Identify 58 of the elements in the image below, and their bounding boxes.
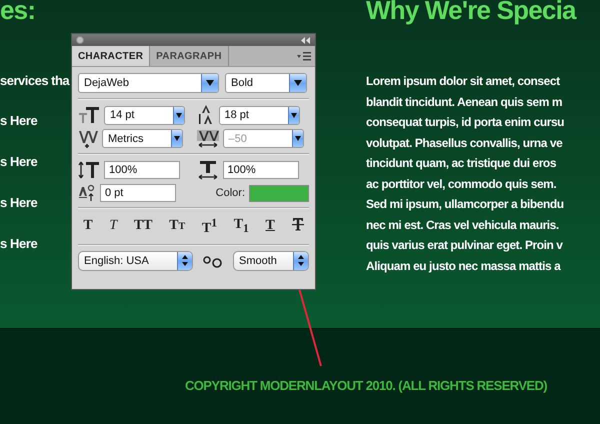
underline-button[interactable]: T (264, 218, 277, 234)
section-heading: Why We're Specia (366, 0, 576, 23)
paragraph-line: consequat turpis, id porta enim cursu (366, 114, 564, 131)
service-link[interactable]: s Here (0, 113, 38, 129)
color-label: Color: (216, 187, 245, 199)
vertical-scale-field[interactable]: 100% (104, 161, 180, 179)
anti-aliasing-select[interactable]: Smooth (233, 250, 309, 271)
strikethrough-icon (292, 216, 304, 231)
small-caps-button[interactable]: Tt (167, 218, 188, 234)
dropdown-arrow-icon (176, 112, 182, 118)
copyright-text: COPYRIGHT MODERNLAYOUT 2010. (ALL RIGHTS RESERVED) (185, 378, 547, 393)
service-link[interactable]: s Here (0, 195, 38, 211)
menu-icon[interactable] (297, 52, 311, 60)
paragraph-line: Lorem ipsum dolor sit amet, consect (366, 73, 561, 90)
anti-aliasing-icon (203, 254, 223, 268)
paragraph-line: Aliquam eu justo nec massa mattis a (366, 258, 562, 274)
panel-tab[interactable]: CHARACTER (72, 46, 150, 66)
tracking-icon (196, 130, 218, 148)
faux-italic-button[interactable]: T (107, 218, 120, 234)
horizontal-scale-field[interactable]: 100% (222, 161, 298, 179)
paragraph-line: quis varius erat pulvinar eget. Proin v (366, 237, 564, 254)
service-link[interactable]: s Here (0, 154, 38, 170)
font-style-select[interactable]: Bold (225, 73, 307, 93)
dropdown-arrow-icon (174, 136, 180, 141)
paragraph-line: ac porttitor vel, commodo quis sem. (366, 176, 558, 192)
font-size-combo[interactable]: 14 pt (104, 106, 185, 124)
dropdown-arrow-icon (206, 80, 214, 86)
stepper-arrows-icon (182, 255, 188, 266)
paragraph-line: tincidunt quam, ac tristique dui eros (366, 155, 558, 172)
intro-text: services tha (0, 73, 70, 88)
paragraph-line: Sed mi ipsum, ullamcorper a bibendu (366, 196, 564, 213)
language-select[interactable]: English: USA (78, 250, 193, 271)
section-heading: es: (0, 0, 36, 23)
dropdown-arrow-icon (294, 136, 300, 141)
stepper-arrows-icon (298, 255, 304, 266)
dropdown-arrow-icon (294, 80, 302, 86)
service-link[interactable]: s Here (0, 236, 38, 252)
baseline-shift-field[interactable]: 0 pt (100, 184, 176, 202)
color-swatch[interactable] (249, 184, 309, 202)
dropdown-arrow-icon (290, 112, 296, 118)
faux-bold-button[interactable]: T (81, 218, 95, 234)
paragraph-line: blandit tincidunt. Aenean quis sem m (366, 94, 564, 110)
paragraph-line: nec mi est. Cras vel vehicula mauris. (366, 216, 560, 234)
leading-combo[interactable]: 18 pt (218, 106, 300, 124)
all-caps-button[interactable]: TT (132, 218, 154, 234)
subscript-button[interactable]: T$_{1}$ (232, 217, 251, 236)
baseline-shift-icon (78, 184, 96, 202)
font-size-icon (78, 106, 100, 124)
font-family-select[interactable]: DejaWeb (78, 73, 219, 93)
kerning-icon (78, 130, 98, 148)
leading-icon (196, 105, 214, 125)
superscript-button[interactable]: T$^{1}$ (200, 216, 220, 237)
close-icon[interactable] (76, 36, 84, 44)
paragraph-line: volutpat. Phasellus convallis, urna ve (366, 134, 564, 152)
horizontal-scale-icon (196, 160, 218, 180)
kerning-combo[interactable]: Metrics (102, 129, 183, 148)
collapse-icon[interactable] (301, 36, 311, 44)
vertical-scale-icon (78, 161, 100, 179)
